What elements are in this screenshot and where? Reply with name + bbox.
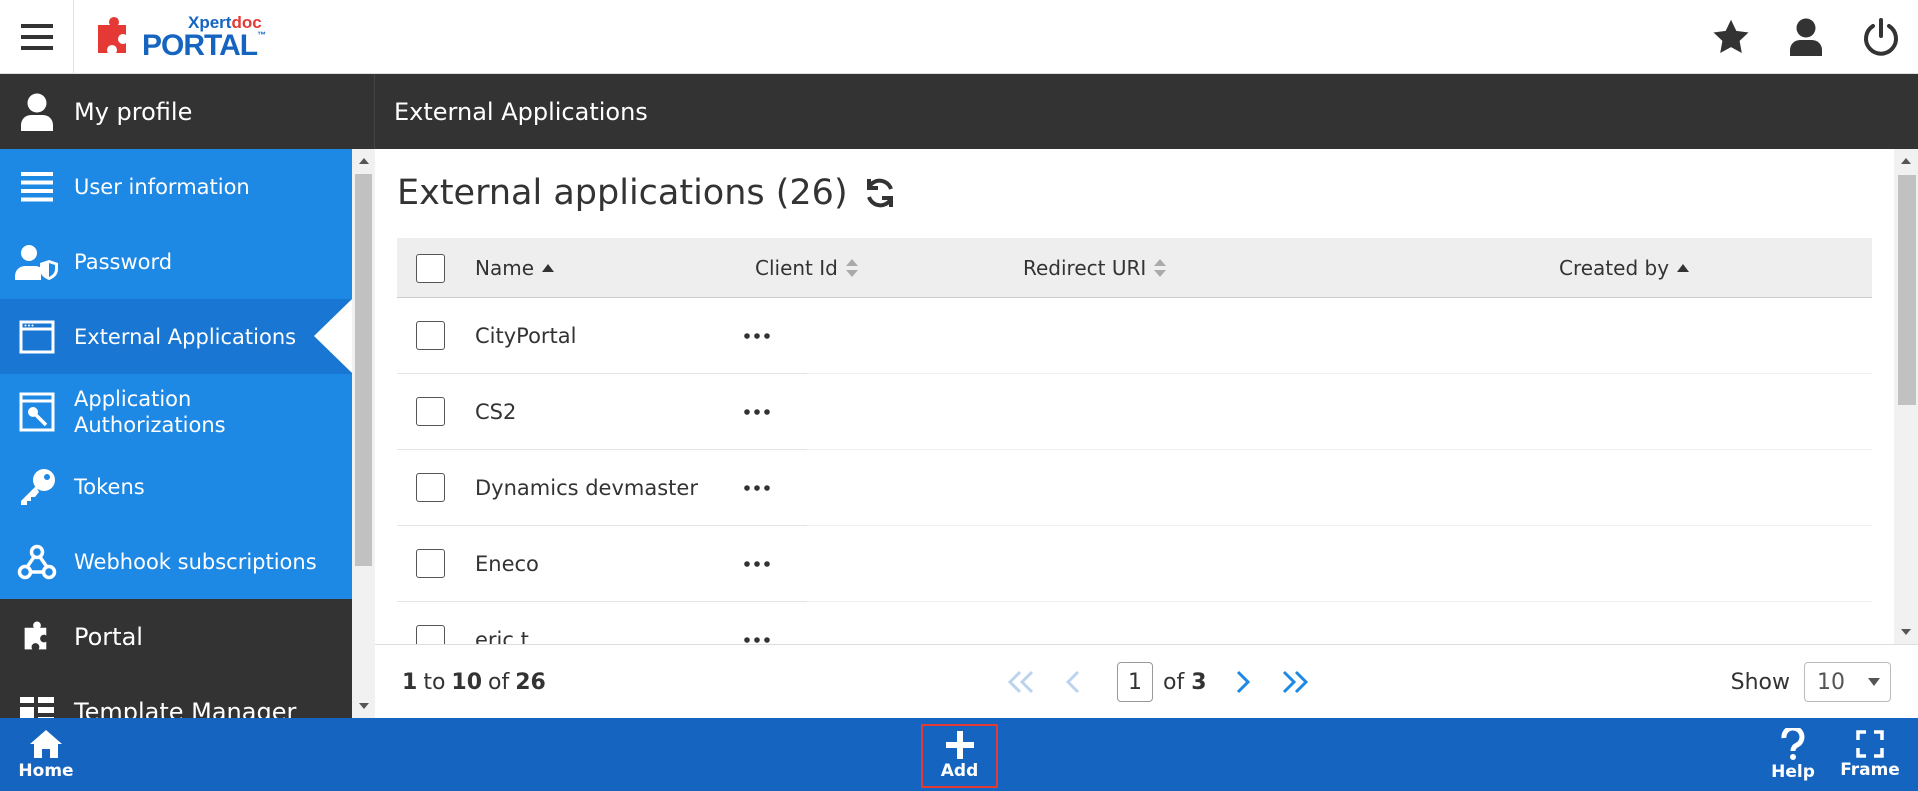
column-header-created-by[interactable]: Created by [1559,238,1690,298]
column-header-client-id[interactable]: Client Id [755,238,858,298]
sidebar-item-portal[interactable]: Portal [0,599,352,674]
table-row[interactable]: CityPortal [397,298,1872,374]
sidebar-item-label: Tokens [74,474,145,499]
page-size-label: Show [1730,669,1790,695]
application-name[interactable]: CS2 [475,374,516,450]
puzzle-logo-icon [98,17,126,53]
help-button[interactable]: Help [1768,718,1818,791]
page-number-input[interactable] [1117,662,1153,702]
pagination-bar: 1to10of26 of 3 Show 10 [375,644,1918,718]
application-name[interactable]: eric t [475,602,529,644]
table-row[interactable]: Dynamics devmaster [397,450,1872,526]
scroll-down-icon[interactable] [1894,622,1918,642]
sidebar: User information Password External Appli… [0,149,352,718]
sort-icon [1154,259,1167,277]
first-page-icon[interactable] [995,662,1047,702]
sidebar-item-label: External Applications [74,324,297,349]
top-bar: Xpertdoc PORTAL™ [0,0,1918,74]
window-icon [0,320,74,354]
list-icon [0,171,74,202]
user-shield-icon [0,244,74,280]
more-options-icon[interactable] [737,374,777,450]
more-options-icon[interactable] [737,450,777,526]
page-size-select[interactable]: 10 [1804,662,1891,702]
dashboard-icon [0,696,74,718]
star-icon[interactable] [1693,0,1768,74]
add-button[interactable]: Add [921,724,998,788]
sidebar-item-template-manager[interactable]: Template Manager [0,674,352,718]
frame-button[interactable]: Frame [1840,718,1900,791]
menu-icon[interactable] [0,0,74,74]
table-header: Name Client Id Redirect URI Created by [397,238,1872,298]
section-heading: External applications (26) [397,173,848,213]
scroll-down-icon[interactable] [352,696,375,716]
power-icon[interactable] [1843,0,1918,74]
page-title: External Applications [375,74,1918,149]
more-options-icon[interactable] [737,298,777,374]
fullscreen-icon [1856,729,1884,758]
sidebar-scrollbar[interactable] [352,149,375,718]
app-key-icon [0,392,74,432]
question-icon [1781,727,1805,760]
scroll-up-icon[interactable] [1894,151,1918,171]
applications-table: Name Client Id Redirect URI Created by C… [397,238,1872,644]
row-checkbox[interactable] [416,549,445,578]
sort-asc-icon [542,264,555,272]
sidebar-item-label: Portal [74,622,143,651]
scrollbar-thumb[interactable] [355,174,372,566]
sidebar-item-label: Password [74,249,173,274]
sidebar-item-external-applications[interactable]: External Applications [0,299,352,374]
user-icon[interactable] [1768,0,1843,74]
sort-asc-icon [1677,264,1690,272]
portal-logo[interactable]: Xpertdoc PORTAL™ [92,14,266,60]
row-checkbox[interactable] [416,321,445,350]
previous-page-icon[interactable] [1047,662,1099,702]
home-button[interactable]: Home [16,718,76,791]
sidebar-item-label: User information [74,174,250,199]
select-all-checkbox[interactable] [416,253,445,283]
key-icon [0,468,74,506]
column-header-redirect-uri[interactable]: Redirect URI [1023,238,1167,298]
table-row[interactable]: CS2 [397,374,1872,450]
sidebar-item-webhook-subscriptions[interactable]: Webhook subscriptions [0,524,352,599]
refresh-icon[interactable] [862,175,898,211]
sidebar-item-tokens[interactable]: Tokens [0,449,352,524]
scroll-up-icon[interactable] [352,151,375,171]
more-options-icon[interactable] [737,602,777,644]
content-scrollbar[interactable] [1894,149,1918,644]
sidebar-item-label: Application Authorizations [74,386,226,437]
sidebar-item-application-authorizations[interactable]: Application Authorizations [0,374,352,449]
last-page-icon[interactable] [1269,662,1321,702]
main-content: External applications (26) Name Client I… [375,149,1918,644]
sort-icon [845,259,858,277]
bottom-toolbar: Home Add Help Frame [0,718,1918,791]
row-checkbox[interactable] [416,397,445,426]
sidebar-item-user-information[interactable]: User information [0,149,352,224]
row-checkbox[interactable] [416,625,445,644]
plus-icon [945,731,974,759]
next-page-icon[interactable] [1217,662,1269,702]
webhook-icon [0,544,74,580]
column-header-name[interactable]: Name [475,238,555,298]
profile-header[interactable]: My profile [0,74,375,149]
row-checkbox[interactable] [416,473,445,502]
more-options-icon[interactable] [737,526,777,602]
application-name[interactable]: CityPortal [475,298,577,374]
sidebar-item-password[interactable]: Password [0,224,352,299]
table-row[interactable]: eric t [397,602,1872,644]
puzzle-icon [0,620,74,654]
sidebar-item-label: Template Manager [74,697,297,719]
user-icon [0,93,74,131]
scrollbar-thumb[interactable] [1898,175,1916,405]
table-row[interactable]: Eneco [397,526,1872,602]
application-name[interactable]: Eneco [475,526,539,602]
home-icon [30,729,62,758]
profile-title: My profile [74,97,193,126]
results-range: 1 to 10 of 26 [402,669,546,695]
application-name[interactable]: Dynamics devmaster [475,450,698,526]
chevron-down-icon [1868,678,1880,686]
sidebar-item-label: Webhook subscriptions [74,549,317,574]
